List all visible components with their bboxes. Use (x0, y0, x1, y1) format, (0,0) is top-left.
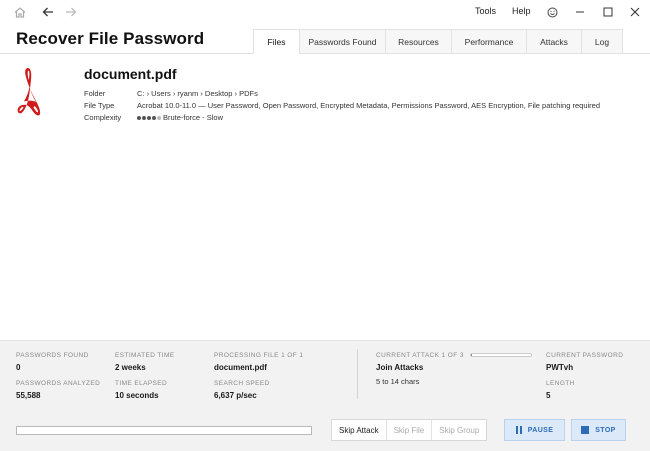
current-password-label: Current Password (546, 352, 624, 359)
stop-icon (581, 426, 590, 434)
status-divider (357, 349, 358, 399)
processing-file-value: document.pdf (214, 363, 267, 372)
skip-file-button[interactable]: Skip File (386, 420, 433, 440)
close-icon[interactable] (626, 3, 644, 21)
complexity-dot (142, 116, 146, 121)
app-title: Recover File Password (16, 29, 205, 48)
skip-button-group: Skip Attack Skip File Skip Group (331, 419, 488, 441)
passwords-analyzed-value: 55,588 (16, 391, 41, 400)
arrow-right-icon[interactable] (62, 3, 80, 21)
time-elapsed-label: Time Elapsed (115, 380, 168, 387)
stop-label: STOP (595, 426, 616, 434)
menu-help[interactable]: Help (512, 6, 531, 16)
complexity-dot (137, 116, 141, 121)
complexity-text: Brute-force - Slow (163, 113, 224, 122)
file-type-label: File Type (84, 101, 115, 110)
search-speed-label: Search Speed (214, 380, 270, 387)
menu-tools[interactable]: Tools (475, 6, 496, 16)
home-icon[interactable] (11, 3, 29, 21)
maximize-icon[interactable] (599, 3, 617, 21)
current-attack-value: Join Attacks (376, 363, 424, 372)
complexity-dot (147, 116, 151, 121)
estimated-time-label: Estimated Time (115, 352, 175, 359)
complexity-label: Complexity (84, 113, 122, 122)
complexity-dot (152, 116, 156, 121)
skip-group-button[interactable]: Skip Group (432, 420, 487, 440)
passwords-found-label: Passwords Found (16, 352, 89, 359)
search-speed-value: 6,637 p/sec (214, 391, 257, 400)
current-password-value: PWTvh (546, 363, 574, 372)
length-label: Length (546, 380, 575, 387)
file-name: document.pdf (84, 66, 177, 82)
passwords-found-value: 0 (16, 363, 21, 372)
complexity-value: Brute-force - Slow (137, 113, 223, 122)
overall-progress-bar (16, 426, 312, 435)
current-attack-detail: 5 to 14 chars (376, 377, 420, 386)
processing-file-label: Processing File 1 of 1 (214, 352, 304, 359)
acrobat-pdf-icon (16, 66, 42, 118)
tab-bar: Files Passwords Found Resources Performa… (253, 29, 623, 54)
length-value: 5 (546, 391, 551, 400)
tab-attacks[interactable]: Attacks (526, 29, 582, 54)
arrow-left-icon[interactable] (39, 3, 57, 21)
pause-button[interactable]: PAUSE (504, 419, 565, 441)
folder-value: C: › Users › ryanm › Desktop › PDFs (137, 89, 258, 98)
complexity-meter (137, 116, 161, 121)
passwords-analyzed-label: Passwords Analyzed (16, 380, 101, 387)
tab-log[interactable]: Log (581, 29, 623, 54)
pause-label: PAUSE (527, 426, 554, 434)
pause-icon (515, 426, 522, 434)
tab-performance[interactable]: Performance (451, 29, 527, 54)
smiley-icon[interactable] (543, 3, 561, 21)
estimated-time-value: 2 weeks (115, 363, 146, 372)
status-panel: Passwords Found 0 Estimated Time 2 weeks… (0, 340, 650, 451)
complexity-dot (157, 116, 161, 121)
folder-label: Folder (84, 89, 106, 98)
stop-button[interactable]: STOP (571, 419, 626, 441)
current-attack-progress-fill (471, 354, 473, 356)
current-attack-label: Current Attack 1 of 3 (376, 352, 464, 359)
current-attack-progress (470, 353, 532, 357)
file-type-value: Acrobat 10.0-11.0 — User Password, Open … (137, 101, 600, 110)
time-elapsed-value: 10 seconds (115, 391, 159, 400)
tab-passwords-found[interactable]: Passwords Found (299, 29, 386, 54)
skip-attack-button[interactable]: Skip Attack (332, 420, 387, 440)
minimize-icon[interactable] (571, 3, 589, 21)
tab-resources[interactable]: Resources (385, 29, 452, 54)
title-bar: Tools Help (0, 0, 650, 24)
tab-files[interactable]: Files (253, 29, 300, 54)
